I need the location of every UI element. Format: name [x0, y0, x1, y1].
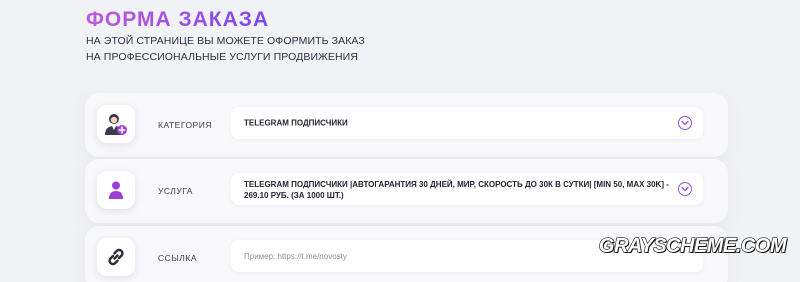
service-selected-value: TELEGRAM ПОДПИСЧИКИ |АВТОГАРАНТИЯ 30 ДНЕ…: [244, 180, 669, 200]
service-label: УСЛУГА: [158, 186, 193, 196]
user-icon: [97, 171, 135, 209]
subtitle-line-1: НА ЭТОЙ СТРАНИЦЕ ВЫ МОЖЕТЕ ОФОРМИТЬ ЗАКА…: [86, 35, 365, 47]
link-label: ССЫЛКА: [158, 253, 198, 263]
page-title: ФОРМА ЗАКАЗА: [86, 8, 270, 31]
subtitle-line-2: НА ПРОФЕССИОНАЛЬНЫЕ УСЛУГИ ПРОДВИЖЕНИЯ: [86, 51, 358, 63]
watermark: GRAYSCHEME.COM: [598, 234, 787, 257]
service-row: УСЛУГА TELEGRAM ПОДПИСЧИКИ |АВТОГАРАНТИЯ…: [85, 159, 728, 223]
user-add-icon: [97, 105, 135, 143]
service-select[interactable]: TELEGRAM ПОДПИСЧИКИ |АВТОГАРАНТИЯ 30 ДНЕ…: [231, 173, 703, 205]
category-selected-value: TELEGRAM ПОДПИСЧИКИ: [244, 118, 348, 128]
chevron-down-icon[interactable]: [678, 116, 692, 130]
chevron-down-icon[interactable]: [678, 182, 692, 196]
link-icon: [97, 238, 135, 276]
page-subtitle: НА ЭТОЙ СТРАНИЦЕ ВЫ МОЖЕТЕ ОФОРМИТЬ ЗАКА…: [86, 33, 365, 65]
category-select[interactable]: TELEGRAM ПОДПИСЧИКИ: [231, 107, 703, 139]
category-label: КАТЕГОРИЯ: [158, 120, 212, 130]
category-row: КАТЕГОРИЯ TELEGRAM ПОДПИСЧИКИ: [85, 93, 728, 157]
